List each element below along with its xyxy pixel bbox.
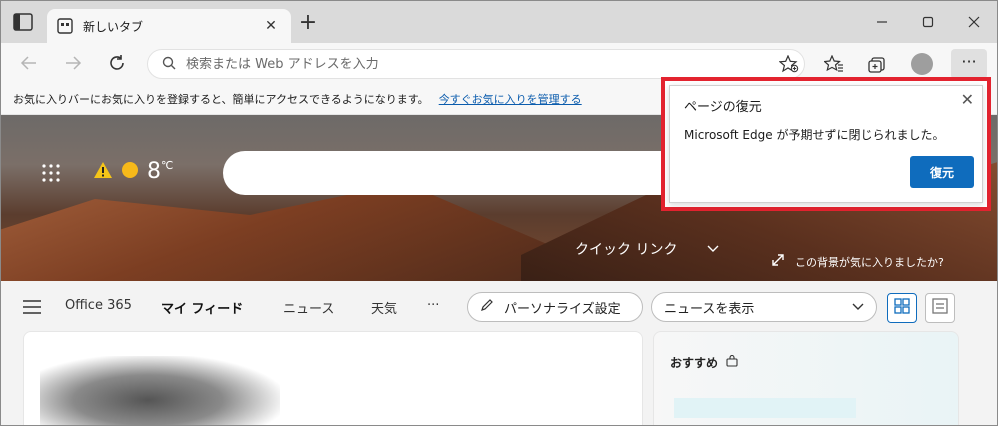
tab-title: 新しいタブ [83, 19, 144, 34]
list-view-button[interactable] [925, 293, 955, 323]
background-question-text: この背景が気に入りましたか? [795, 255, 944, 269]
news-card-image [40, 356, 280, 425]
browser-window: 新しいタブ ✕ + 検索または Web アドレスを入力 ··· お気に入りバーに… [0, 0, 998, 426]
chevron-down-icon [852, 300, 864, 315]
grid-view-button[interactable] [887, 293, 917, 323]
restore-pages-popup: ページの復元 ✕ Microsoft Edge が予期せずに閉じられました。 復… [669, 85, 983, 203]
quick-links-label: クイック リンク [575, 242, 678, 258]
feed-tab-office365[interactable]: Office 365 [65, 298, 132, 313]
temperature-unit: ℃ [161, 159, 174, 172]
new-tab-favicon-icon [57, 18, 73, 34]
personalize-button[interactable]: パーソナライズ設定 [467, 292, 643, 322]
grid-icon [894, 298, 910, 318]
highlight-frame: ページの復元 ✕ Microsoft Edge が予期せずに閉じられました。 復… [661, 77, 991, 211]
avatar [911, 53, 933, 75]
maximize-button[interactable] [905, 1, 951, 43]
add-favorite-star-icon[interactable] [774, 55, 804, 73]
popup-message: Microsoft Edge が予期せずに閉じられました。 [684, 128, 945, 142]
menu-icon[interactable] [23, 299, 41, 314]
feed-tab-my-feed[interactable]: マイ フィード [161, 298, 243, 317]
minimize-button[interactable] [859, 1, 905, 43]
expand-arrows-icon [771, 253, 785, 270]
new-tab-button[interactable]: + [297, 12, 319, 35]
close-icon[interactable]: ✕ [961, 90, 974, 109]
personalize-label: パーソナライズ設定 [504, 301, 621, 317]
address-input[interactable] [186, 56, 774, 72]
news-card[interactable] [23, 331, 643, 425]
chevron-down-icon [707, 241, 719, 257]
recommended-card[interactable]: おすすめ [653, 331, 959, 425]
tab-close-icon[interactable]: ✕ [261, 18, 281, 34]
manage-favorites-link[interactable]: 今すぐお気に入りを管理する [439, 91, 582, 107]
profile-avatar-icon[interactable] [909, 51, 935, 77]
background-feedback[interactable]: この背景が気に入りましたか? [771, 253, 944, 270]
restore-button[interactable]: 復元 [910, 156, 974, 188]
warning-icon [93, 161, 113, 183]
feed-tab-weather[interactable]: 天気 [371, 298, 397, 317]
sun-icon [121, 161, 139, 183]
search-icon [162, 55, 176, 74]
tab-new-tab[interactable]: 新しいタブ ✕ [47, 9, 291, 43]
bag-icon [726, 354, 738, 370]
recommended-placeholder [674, 398, 856, 418]
feed-more-button[interactable]: ··· [427, 298, 439, 313]
web-search-box[interactable] [223, 151, 663, 195]
app-launcher-icon[interactable] [41, 163, 61, 183]
collections-icon[interactable] [865, 51, 891, 77]
news-display-select[interactable]: ニュースを表示 [651, 292, 877, 322]
favorites-bar-message: お気に入りバーにお気に入りを登録すると、簡単にアクセスできるようになります。 [13, 92, 429, 106]
news-display-label: ニュースを表示 [664, 301, 755, 317]
title-bar: 新しいタブ ✕ + [1, 1, 997, 43]
back-arrow-icon[interactable] [17, 51, 41, 75]
popup-title: ページの復元 [684, 100, 762, 115]
pencil-icon [480, 298, 494, 316]
feed-tab-news[interactable]: ニュース [283, 298, 334, 317]
settings-more-button[interactable]: ··· [951, 49, 987, 79]
feed-navigation: Office 365 マイ フィード ニュース 天気 ··· パーソナライズ設定… [1, 281, 997, 331]
list-icon [932, 298, 948, 318]
recommended-title: おすすめ [670, 354, 738, 371]
close-window-button[interactable] [951, 1, 997, 43]
tab-actions-icon[interactable] [13, 13, 33, 31]
address-bar[interactable] [147, 49, 805, 79]
window-controls [859, 1, 997, 43]
favorites-icon[interactable] [821, 51, 847, 77]
temperature: 8℃ [147, 159, 174, 184]
quick-links-toggle[interactable]: クイック リンク [575, 239, 719, 259]
forward-arrow-icon[interactable] [61, 51, 85, 75]
weather-widget[interactable]: 8℃ [93, 159, 173, 184]
refresh-icon[interactable] [105, 51, 129, 75]
